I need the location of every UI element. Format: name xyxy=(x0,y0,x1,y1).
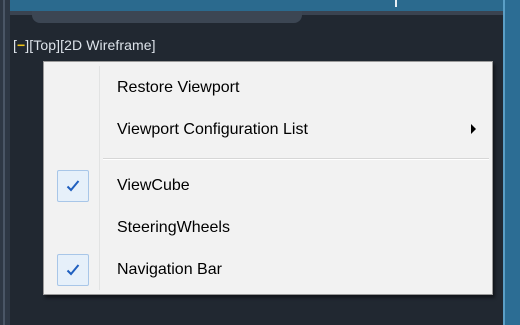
left-panel-edge-line xyxy=(3,0,5,325)
viewport-controls-menu[interactable]: [−] xyxy=(13,37,29,53)
checkmark-glyph xyxy=(66,264,80,276)
viewport-controls-minus: − xyxy=(17,37,26,53)
menu-item-label: ViewCube xyxy=(117,177,190,194)
menu-item-label: Viewport Configuration List xyxy=(117,121,308,138)
top-tab-marker xyxy=(395,0,397,7)
submenu-arrow-icon xyxy=(471,124,476,134)
checkmark-icon xyxy=(57,170,89,202)
menu-item-label: Navigation Bar xyxy=(117,261,222,278)
checkmark-glyph xyxy=(66,180,80,192)
right-panel-edge xyxy=(503,0,520,325)
file-tab-shadow xyxy=(32,11,302,23)
menu-item-viewcube[interactable]: ViewCube xyxy=(47,167,489,205)
top-tab-area xyxy=(300,0,503,11)
view-controls-label[interactable]: [Top] xyxy=(29,37,60,53)
menu-item-navigation-bar[interactable]: Navigation Bar xyxy=(47,251,489,289)
menu-item-viewport-configuration-list[interactable]: Viewport Configuration List xyxy=(47,111,489,149)
menu-item-steeringwheels[interactable]: SteeringWheels xyxy=(47,209,489,247)
menu-item-label: Restore Viewport xyxy=(117,79,240,96)
checkmark-icon xyxy=(57,254,89,286)
viewport-controls-context-menu: Restore Viewport Viewport Configuration … xyxy=(43,61,493,295)
menu-separator-highlight xyxy=(103,159,489,160)
right-panel-edge-line xyxy=(503,0,505,325)
visual-style-controls-label[interactable]: [2D Wireframe] xyxy=(60,37,156,53)
menu-item-label: SteeringWheels xyxy=(117,219,230,236)
menu-item-restore-viewport[interactable]: Restore Viewport xyxy=(47,69,489,107)
viewport-label-controls: [−][Top][2D Wireframe] xyxy=(13,37,156,53)
left-panel-edge xyxy=(0,0,10,325)
